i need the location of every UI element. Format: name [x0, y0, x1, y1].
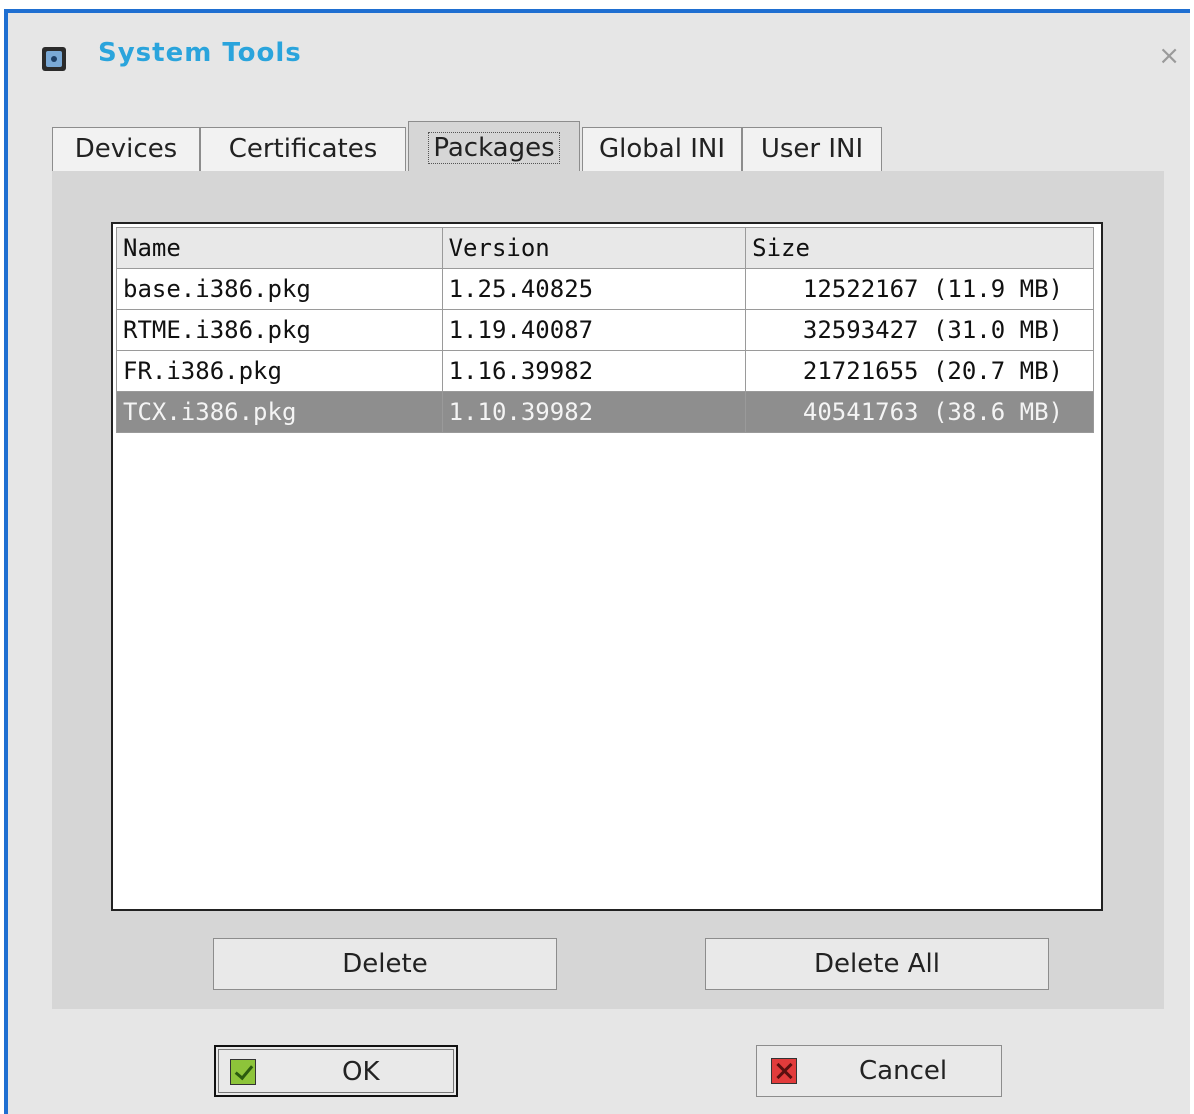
package-name: RTME.i386.pkg — [116, 309, 443, 351]
system-tools-dialog: System Tools × Devices Certificates Pack… — [4, 9, 1190, 1114]
tab-packages[interactable]: Packages — [408, 121, 580, 173]
system-tools-icon — [42, 47, 66, 71]
delete-button[interactable]: Delete — [213, 938, 557, 990]
cross-icon — [771, 1058, 797, 1084]
package-name: FR.i386.pkg — [116, 350, 443, 392]
package-version: 1.19.40087 — [441, 309, 747, 351]
package-name: TCX.i386.pkg — [116, 391, 443, 433]
ok-label: OK — [342, 1057, 380, 1087]
package-size: 12522167 (11.9 MB) — [745, 268, 1094, 310]
cancel-label: Cancel — [859, 1056, 948, 1086]
packages-table-frame: Name Version Size base.i386.pkg 1.25.408… — [111, 222, 1103, 911]
tab-label: Certificates — [228, 134, 378, 164]
column-header-name[interactable]: Name — [116, 227, 443, 269]
tab-label: Devices — [74, 134, 178, 164]
tab-label: User INI — [760, 134, 864, 164]
package-version: 1.10.39982 — [441, 391, 747, 433]
column-header-version[interactable]: Version — [441, 227, 747, 269]
table-row-selected[interactable]: TCX.i386.pkg 1.10.39982 40541763 (38.6 M… — [116, 391, 1094, 433]
tab-certificates[interactable]: Certificates — [200, 127, 406, 171]
close-icon[interactable]: × — [1158, 43, 1180, 69]
cancel-button[interactable]: Cancel — [756, 1045, 1002, 1097]
package-size: 40541763 (38.6 MB) — [745, 391, 1094, 433]
packages-table: Name Version Size base.i386.pkg 1.25.408… — [116, 227, 1094, 433]
package-size: 32593427 (31.0 MB) — [745, 309, 1094, 351]
checkmark-icon — [230, 1059, 256, 1085]
packages-panel: Name Version Size base.i386.pkg 1.25.408… — [52, 171, 1164, 1009]
tab-user-ini[interactable]: User INI — [742, 127, 882, 171]
tab-label: Packages — [428, 132, 560, 164]
package-version: 1.25.40825 — [441, 268, 747, 310]
table-header-row: Name Version Size — [116, 227, 1094, 269]
table-row[interactable]: RTME.i386.pkg 1.19.40087 32593427 (31.0 … — [116, 309, 1094, 351]
column-header-size[interactable]: Size — [745, 227, 1094, 269]
table-row[interactable]: base.i386.pkg 1.25.40825 12522167 (11.9 … — [116, 268, 1094, 310]
tab-label: Global INI — [599, 134, 725, 164]
delete-all-button[interactable]: Delete All — [705, 938, 1049, 990]
tab-devices[interactable]: Devices — [52, 127, 200, 171]
package-size: 21721655 (20.7 MB) — [745, 350, 1094, 392]
ok-button[interactable]: OK — [214, 1045, 458, 1097]
package-name: base.i386.pkg — [116, 268, 443, 310]
package-version: 1.16.39982 — [441, 350, 747, 392]
dialog-title: System Tools — [98, 38, 302, 68]
table-row[interactable]: FR.i386.pkg 1.16.39982 21721655 (20.7 MB… — [116, 350, 1094, 392]
tab-global-ini[interactable]: Global INI — [582, 127, 742, 171]
